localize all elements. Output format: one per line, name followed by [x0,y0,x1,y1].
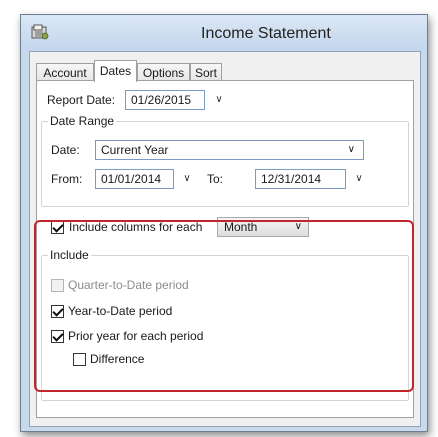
tab-dates[interactable]: Dates [94,60,137,82]
from-date-field[interactable]: 01/01/2014 [95,169,174,189]
quarter-to-date-checkbox[interactable] [51,279,64,292]
report-date-label: Report Date: [47,93,116,107]
app-icon [31,24,49,40]
include-columns-checkbox[interactable] [51,221,64,234]
tab-options[interactable]: Options [137,63,190,81]
include-group: Include [41,248,409,401]
prior-year-checkbox[interactable] [51,330,64,343]
date-range-legend: Date Range [48,114,117,128]
to-label: To: [207,172,224,186]
column-period-value: Month [224,220,258,234]
chevron-down-icon: ∨ [215,94,223,105]
chevron-down-icon: ∨ [183,173,191,184]
date-range-group: Date Range [41,114,409,207]
income-statement-window: Income Statement Account Dates Options S… [20,14,428,432]
chevron-down-icon: ∨ [294,221,302,232]
include-columns-label: Include columns for each [69,220,203,234]
year-to-date-label: Year-to-Date period [68,304,173,318]
column-period-select[interactable]: Month ∨ [217,217,309,237]
include-legend: Include [48,248,91,262]
chevron-down-icon: ∨ [347,144,355,155]
report-date-dropdown-button[interactable]: ∨ [209,90,229,110]
to-date-dropdown-button[interactable]: ∨ [349,169,369,189]
date-period-select[interactable]: Current Year ∨ [95,140,364,160]
difference-checkbox[interactable] [73,353,86,366]
chevron-down-icon: ∨ [355,173,363,184]
window-title: Income Statement [201,25,331,42]
quarter-to-date-label: Quarter-to-Date period [68,278,189,292]
dates-tab-panel: Report Date: 01/26/2015 ∨ Date Range Dat… [36,80,414,418]
date-label: Date: [51,143,80,157]
tab-account[interactable]: Account [36,63,94,81]
tab-sort[interactable]: Sort [190,63,222,81]
report-date-field[interactable]: 01/26/2015 [125,90,205,110]
year-to-date-checkbox[interactable] [51,305,64,318]
from-date-dropdown-button[interactable]: ∨ [177,169,197,189]
difference-label: Difference [90,352,145,366]
date-period-value: Current Year [101,143,169,157]
dialog-client-area: Account Dates Options Sort Report Date: … [29,51,421,427]
from-label: From: [51,172,83,186]
to-date-field[interactable]: 12/31/2014 [255,169,346,189]
prior-year-label: Prior year for each period [68,329,204,343]
title-bar: Income Statement [21,15,427,51]
